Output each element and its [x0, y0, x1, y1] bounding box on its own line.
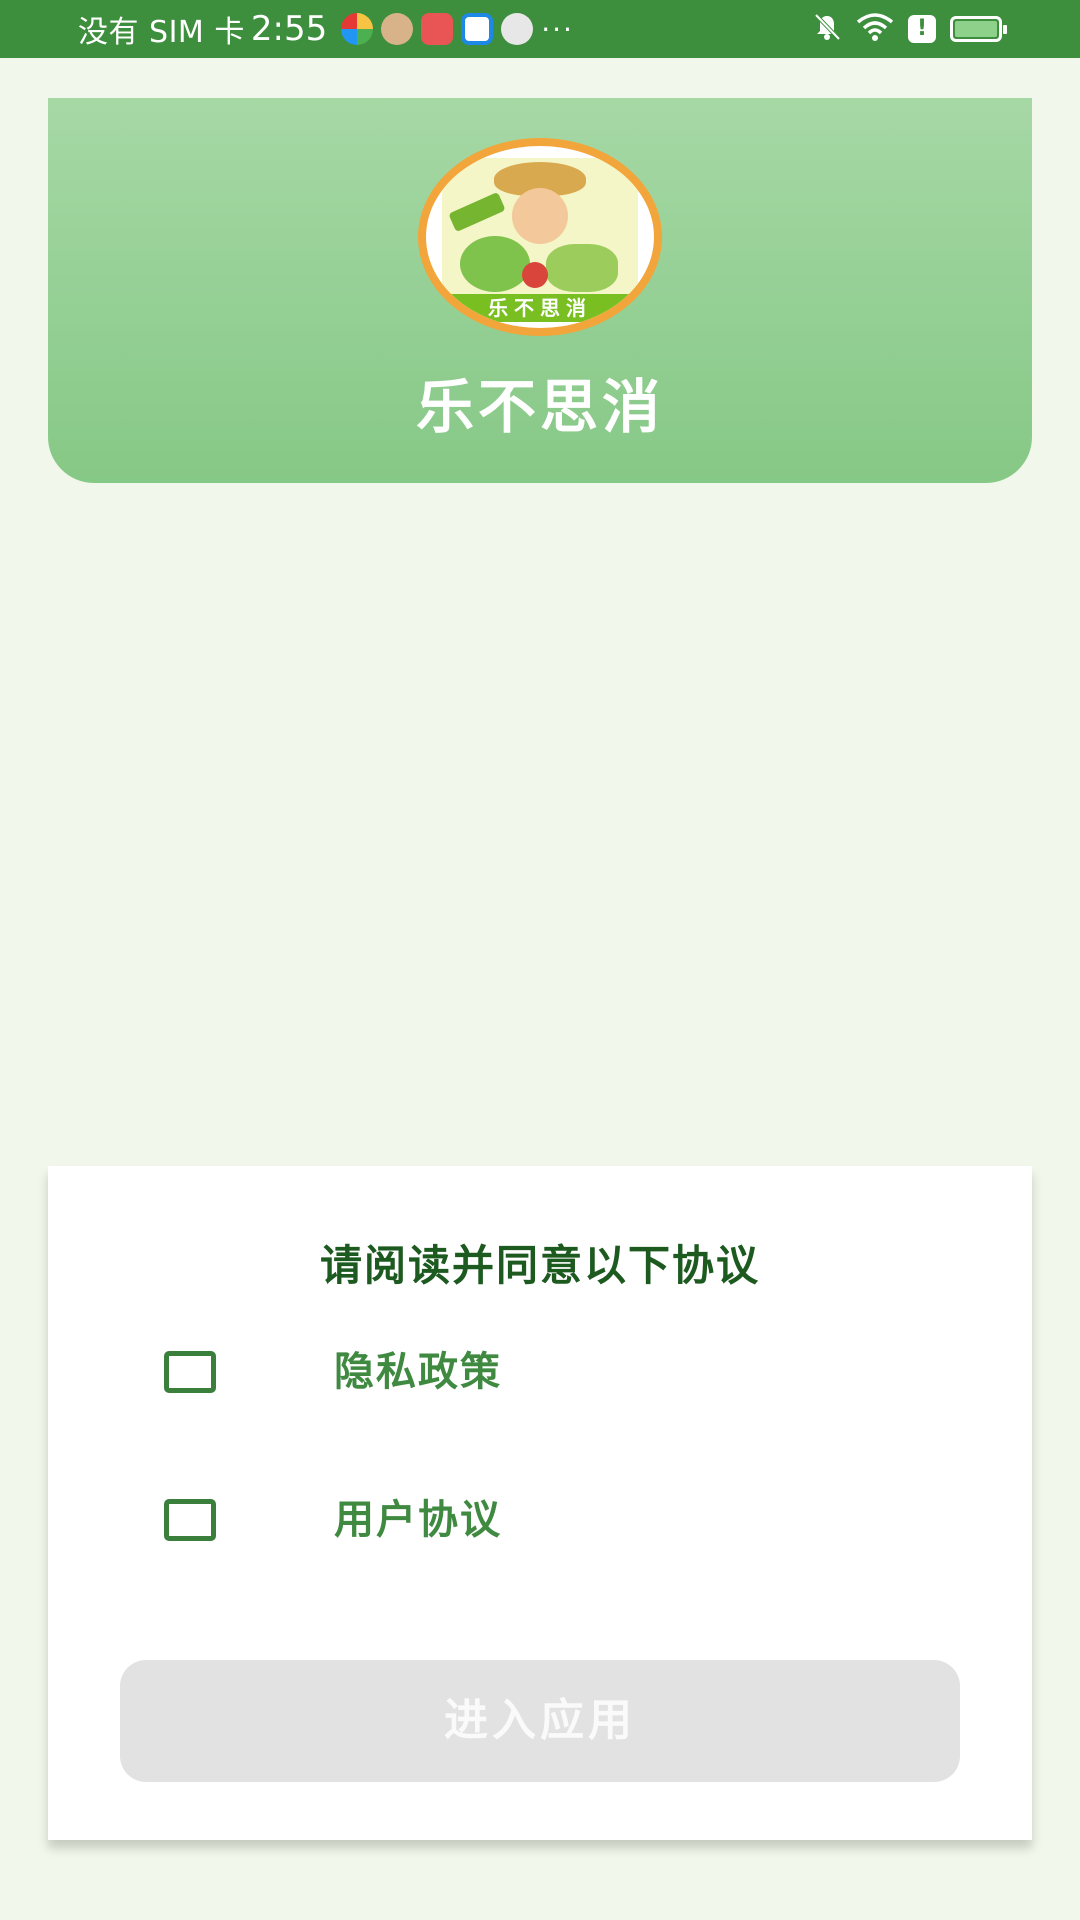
wifi-icon — [856, 12, 894, 46]
user-agreement-checkbox[interactable] — [164, 1499, 216, 1541]
clock: 2:55 — [250, 9, 328, 49]
avatar-icon — [501, 13, 534, 45]
huawei-app-icon — [421, 13, 454, 45]
user-agreement-link[interactable]: 用户协议 — [334, 1492, 502, 1548]
enter-app-button[interactable]: 进入应用 — [120, 1660, 960, 1782]
carrier-text: 没有 SIM 卡 — [78, 15, 245, 50]
privacy-policy-link[interactable]: 隐私政策 — [334, 1344, 502, 1400]
cabbage-icon — [460, 236, 530, 292]
app-title: 乐不思消 — [415, 373, 664, 441]
battery-charging-icon — [950, 16, 1007, 42]
status-right: ! — [812, 0, 1007, 58]
color-wheel-icon — [341, 13, 374, 45]
agreement-panel: 请阅读并同意以下协议 隐私政策 用户协议 进入应用 — [48, 1166, 1032, 1840]
status-left: 没有 SIM 卡 2:55 ··· — [78, 0, 574, 58]
bell-muted-icon — [812, 12, 842, 46]
battery-fill — [955, 21, 997, 37]
notification-icons — [341, 13, 534, 45]
user-agreement-row[interactable]: 用户协议 — [164, 1492, 500, 1548]
privacy-policy-row[interactable]: 隐私政策 — [164, 1344, 500, 1400]
status-bar: 没有 SIM 卡 2:55 ··· ! — [0, 0, 1080, 58]
tomato-icon — [522, 262, 548, 288]
blue-app-icon — [461, 13, 494, 45]
app-logo: 乐不思消 — [418, 138, 662, 336]
farmer-logo-image: 乐不思消 — [442, 158, 638, 322]
alert-icon: ! — [908, 15, 936, 43]
agreement-heading: 请阅读并同意以下协议 — [319, 1241, 760, 1290]
farmer-face-icon — [512, 188, 568, 244]
avatar-icon — [381, 13, 414, 45]
privacy-policy-checkbox[interactable] — [164, 1351, 216, 1393]
header-card: 乐不思消 乐不思消 — [48, 98, 1032, 483]
logo-text: 乐不思消 — [442, 294, 638, 322]
logo-tag — [448, 191, 506, 233]
more-notifications-icon: ··· — [541, 12, 574, 46]
vegetables-icon — [546, 244, 618, 292]
